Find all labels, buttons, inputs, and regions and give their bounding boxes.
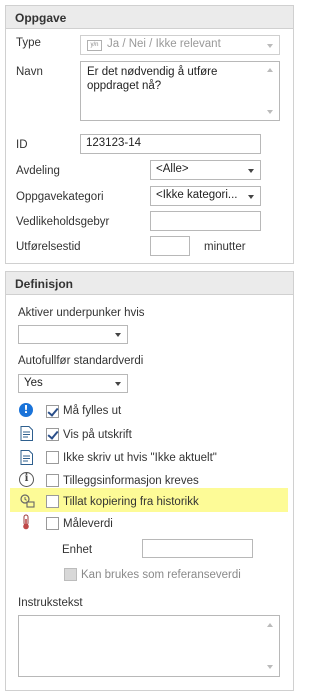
instrukstekst-label: Instrukstekst — [18, 597, 83, 609]
yes-no-type-icon: y/n — [87, 40, 102, 51]
ikke-skriv-ut-checkbox[interactable] — [46, 451, 59, 464]
thermometer-icon — [21, 514, 35, 530]
avdeling-select[interactable]: <Alle> — [150, 160, 261, 180]
aktiver-underpunkter-label: Aktiver underpunker hvis — [18, 307, 145, 319]
tillat-kopiering-label: Tillat kopiering fra historikk — [63, 496, 199, 508]
utforelsestid-field[interactable] — [150, 236, 190, 256]
referanseverdi-label: Kan brukes som referanseverdi — [81, 569, 241, 581]
type-value: Ja / Nei / Ikke relevant — [107, 38, 221, 50]
utforelsestid-label: Utførelsestid — [16, 241, 81, 253]
chevron-down-icon — [248, 169, 254, 173]
scroll-down-icon — [267, 665, 273, 669]
id-label: ID — [16, 139, 28, 151]
history-copy-icon — [19, 494, 35, 510]
vedlikeholdsgebyr-label: Vedlikeholdsgebyr — [16, 216, 110, 228]
oppgavekategori-select[interactable]: <Ikke kategori... — [150, 186, 261, 206]
definisjon-header: Definisjon — [6, 272, 293, 295]
scroll-up-icon — [267, 623, 273, 627]
minutter-unit: minutter — [204, 241, 246, 253]
referanseverdi-checkbox[interactable] — [64, 568, 77, 581]
enhet-field[interactable] — [142, 539, 253, 558]
type-select[interactable]: y/n Ja / Nei / Ikke relevant — [80, 35, 280, 55]
required-info-icon: ! — [19, 403, 33, 417]
oppgavekategori-value: <Ikke kategori... — [156, 189, 238, 201]
scroll-down-icon — [267, 110, 273, 114]
avdeling-value: <Alle> — [156, 163, 189, 175]
navn-value: Er det nødvendig å utføre oppdraget nå? — [87, 66, 218, 92]
autofullfor-value: Yes — [24, 377, 43, 389]
info-icon: i — [19, 472, 34, 487]
oppgavekategori-label: Oppgavekategori — [16, 191, 104, 203]
navn-textarea[interactable]: Er det nødvendig å utføre oppdraget nå? — [80, 61, 280, 121]
avdeling-label: Avdeling — [16, 165, 60, 177]
scroll-up-icon — [267, 68, 273, 72]
maleverdi-label: Måleverdi — [63, 518, 113, 530]
id-field[interactable]: 123123-14 — [80, 134, 261, 154]
ma-fylles-ut-label: Må fylles ut — [63, 405, 122, 417]
chevron-down-icon — [248, 195, 254, 199]
chevron-down-icon — [115, 333, 121, 337]
oppgave-header: Oppgave — [6, 6, 293, 29]
instrukstekst-textarea[interactable] — [18, 615, 280, 677]
aktiver-underpunkter-select[interactable] — [18, 325, 128, 344]
tilleggsinformasjon-label: Tilleggsinformasjon kreves — [63, 475, 199, 487]
vis-pa-utskrift-checkbox[interactable] — [46, 428, 59, 441]
navn-label: Navn — [16, 66, 43, 78]
ma-fylles-ut-checkbox[interactable] — [46, 405, 59, 418]
vis-pa-utskrift-label: Vis på utskrift — [63, 429, 132, 441]
ikke-skriv-ut-label: Ikke skriv ut hvis "Ikke aktuelt" — [63, 452, 217, 464]
tillat-kopiering-checkbox[interactable] — [46, 495, 59, 508]
tilleggsinformasjon-checkbox[interactable] — [46, 474, 59, 487]
autofullfor-select[interactable]: Yes — [18, 374, 128, 393]
vedlikeholdsgebyr-field[interactable] — [150, 211, 261, 231]
enhet-label: Enhet — [62, 544, 93, 556]
document-icon — [20, 426, 34, 442]
chevron-down-icon — [115, 382, 121, 386]
autofullfor-label: Autofullfør standardverdi — [18, 355, 144, 367]
chevron-down-icon — [267, 44, 273, 48]
document-icon — [20, 450, 34, 466]
maleverdi-checkbox[interactable] — [46, 517, 59, 530]
type-label: Type — [16, 37, 41, 49]
